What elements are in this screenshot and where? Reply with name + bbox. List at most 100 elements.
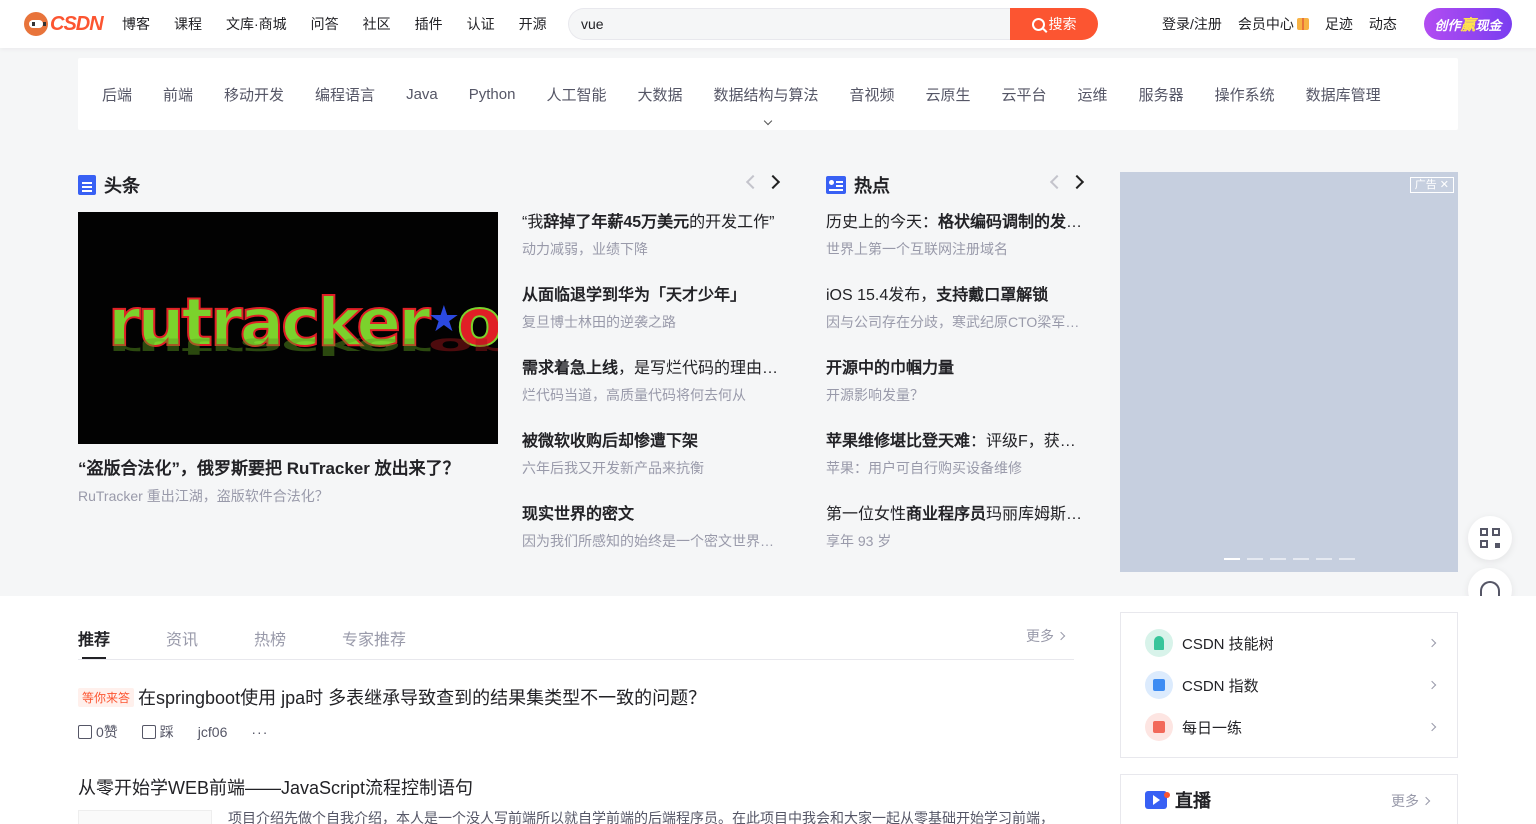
chevron-right-icon[interactable] (765, 174, 781, 190)
category-item[interactable]: 大数据 (637, 84, 682, 105)
hot-item[interactable]: 苹果维修堪比登天难：评级F，获得最差评价 苹果：用户可自行购买设备维修 (826, 431, 1084, 478)
post-author[interactable]: jcf06 (198, 724, 228, 740)
slide-indicator[interactable] (1316, 558, 1332, 560)
search-icon (1031, 17, 1045, 31)
chevron-left-icon[interactable] (745, 174, 761, 190)
category-item[interactable]: 编程语言 (315, 84, 375, 105)
nav-plugin[interactable]: 插件 (415, 14, 443, 34)
ad-banner[interactable]: 广告 ✕ (1120, 172, 1458, 572)
headline-item-title: 从面临退学到华为「天才少年」 (522, 287, 747, 304)
more-options-icon[interactable]: ··· (251, 724, 268, 740)
category-item[interactable]: 云平台 (1002, 84, 1047, 105)
logo-text: CSDN (50, 12, 104, 35)
headline-item[interactable]: 需求着急上线，是写烂代码的理由吗？ 烂代码当道，高质量代码将何去何从 (522, 358, 780, 405)
search-input[interactable] (568, 8, 1012, 40)
hot-item[interactable]: iOS 15.4发布，支持戴口罩解锁 因与公司存在分歧，寒武纪原CTO梁军离职 (826, 285, 1084, 332)
tab-expert[interactable]: 专家推荐 (342, 626, 406, 650)
headlines-title: 头条 (104, 176, 140, 196)
search-button[interactable]: 搜索 (1010, 8, 1098, 40)
slide-indicator[interactable] (1270, 558, 1286, 560)
hot-item[interactable]: 开源中的巾帼力量 开源影响发量？ (826, 358, 1084, 405)
create-button[interactable]: 创作赢现金 (1424, 8, 1512, 40)
tab-recommend[interactable]: 推荐 (78, 626, 110, 650)
top-nav: 博客 课程 文库·商城 问答 社区 插件 认证 开源 (122, 0, 571, 48)
headline-item[interactable]: 被微软收购后却惨遭下架 六年后我又开发新产品来抗衡 (522, 431, 780, 478)
skill-tree-icon (1145, 629, 1173, 657)
side-link-index[interactable]: CSDN 指数 (1145, 671, 1437, 699)
live-header: 直播 (1145, 787, 1211, 813)
category-item[interactable]: 操作系统 (1215, 84, 1275, 105)
slide-indicator[interactable] (1339, 558, 1355, 560)
footprint-link[interactable]: 足迹 (1325, 14, 1353, 34)
nav-community[interactable]: 社区 (363, 14, 391, 34)
side-link-label: 每日一练 (1182, 719, 1243, 737)
slide-indicator[interactable] (1247, 558, 1263, 560)
hot-item-title: 第一位女性商业程序员玛丽库姆斯逝世 (826, 506, 1084, 523)
live-more-link[interactable]: 更多 (1391, 791, 1431, 811)
slide-indicator[interactable] (1224, 558, 1240, 560)
post-meta: 0赞 踩 jcf06 ··· (78, 722, 292, 742)
headline-item-sub: 烂代码当道，高质量代码将何去何从 (522, 387, 746, 403)
chevron-right-icon[interactable] (1069, 174, 1085, 190)
nav-course[interactable]: 课程 (174, 14, 202, 34)
daily-practice-icon (1145, 713, 1173, 741)
category-item[interactable]: 服务器 (1139, 84, 1184, 105)
vip-center-link[interactable]: 会员中心 (1238, 14, 1309, 34)
active-tab-indicator (82, 657, 106, 659)
expand-categories-button[interactable] (752, 116, 784, 130)
post-title[interactable]: 从零开始学WEB前端——JavaScript流程控制语句 (78, 774, 473, 800)
search-button-label: 搜索 (1048, 16, 1077, 32)
hot-item[interactable]: 历史上的今天：格状编码调制的发明者 世界上第一个互联网注册域名 (826, 212, 1084, 259)
category-item[interactable]: 数据库管理 (1306, 84, 1381, 105)
side-links-card: CSDN 技能树 CSDN 指数 每日一练 (1120, 612, 1458, 758)
slide-indicator[interactable] (1293, 558, 1309, 560)
category-item[interactable]: 后端 (102, 84, 132, 105)
headline-item[interactable]: 从面临退学到华为「天才少年」 复旦博士林田的逆袭之路 (522, 285, 780, 332)
post-thumbnail[interactable] (78, 810, 212, 824)
category-item[interactable]: 移动开发 (224, 84, 284, 105)
category-item[interactable]: Java (406, 86, 438, 103)
category-item[interactable]: 音视频 (850, 84, 895, 105)
headline-item[interactable]: 现实世界的密文 因为我们所感知的始终是一个密文世界，而不是明文世界 (522, 504, 780, 551)
create-label-1: 创作 (1434, 17, 1461, 33)
side-link-label: CSDN 技能树 (1182, 635, 1274, 653)
hot-item-sub: 因与公司存在分歧，寒武纪原CTO梁军离职 (826, 314, 1084, 330)
csdn-logo[interactable]: CSDN (24, 12, 104, 36)
category-item[interactable]: Python (469, 86, 516, 103)
headline-feature-title[interactable]: “盗版合法化”，俄罗斯要把 RuTracker 放出来了？ (78, 454, 460, 479)
chevron-left-icon[interactable] (1049, 174, 1065, 190)
headlines-pager (745, 174, 781, 190)
nav-opensource[interactable]: 开源 (519, 14, 547, 34)
category-item[interactable]: 云原生 (926, 84, 971, 105)
chevron-right-icon (1056, 631, 1066, 641)
side-link-daily-practice[interactable]: 每日一练 (1145, 713, 1437, 741)
like-button[interactable]: 0赞 (78, 722, 118, 742)
category-item[interactable]: 运维 (1078, 84, 1108, 105)
login-link[interactable]: 登录/注册 (1162, 14, 1222, 34)
feed-tabs: 推荐 资讯 热榜 专家推荐 更多 (78, 596, 1074, 660)
post-title[interactable]: 在springboot使用 jpa时 多表继承导致查到的结果集类型不一致的问题？ (138, 684, 706, 710)
tab-hot-list[interactable]: 热榜 (254, 626, 286, 650)
side-link-skill-tree[interactable]: CSDN 技能树 (1145, 629, 1437, 657)
nav-certification[interactable]: 认证 (467, 14, 495, 34)
nav-library[interactable]: 文库·商城 (226, 14, 287, 34)
headline-feature-subtitle: RuTracker 重出江湖，盗版软件合法化？ (78, 488, 329, 504)
category-item[interactable]: 数据结构与算法 (713, 84, 818, 105)
nav-qa[interactable]: 问答 (311, 14, 339, 34)
hot-item[interactable]: 第一位女性商业程序员玛丽库姆斯逝世 享年 93 岁 (826, 504, 1084, 551)
headline-item[interactable]: “我辞掉了年薪45万美元的开发工作” 动力减弱，业绩下降 (522, 212, 780, 259)
hot-item-title: 历史上的今天：格状编码调制的发明者 (826, 214, 1084, 231)
headline-feature-image[interactable]: rutracker★org rutrackerorg (78, 212, 498, 444)
category-item[interactable]: 前端 (163, 84, 193, 105)
activity-link[interactable]: 动态 (1369, 14, 1397, 34)
category-item[interactable]: 人工智能 (546, 84, 606, 105)
ad-tag[interactable]: 广告 ✕ (1409, 177, 1454, 193)
feed-more-link[interactable]: 更多 (1026, 626, 1066, 646)
feed-post[interactable]: 等你来答 在springboot使用 jpa时 多表继承导致查到的结果集类型不一… (78, 684, 706, 710)
tab-news[interactable]: 资讯 (166, 626, 198, 650)
nav-blog[interactable]: 博客 (122, 14, 150, 34)
headline-item-sub: 复旦博士林田的逆袭之路 (522, 314, 676, 330)
like-count: 0赞 (96, 724, 118, 740)
qr-code-button[interactable] (1468, 516, 1512, 560)
dislike-button[interactable]: 踩 (141, 722, 174, 742)
